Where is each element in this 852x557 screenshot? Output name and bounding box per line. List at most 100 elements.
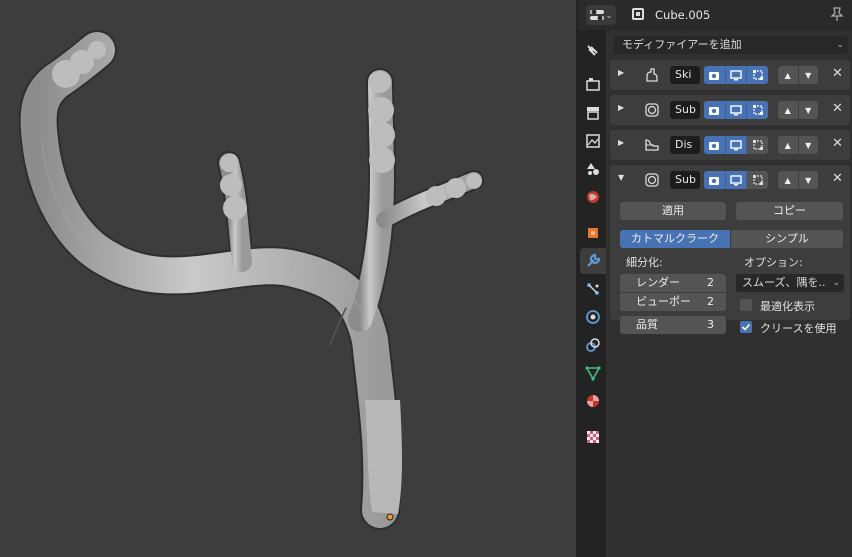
viewport-toggle[interactable] <box>725 101 748 119</box>
tab-texture[interactable] <box>580 424 606 450</box>
modifier-name-field[interactable]: Sub <box>670 101 700 119</box>
tab-view-layer[interactable] <box>580 128 606 154</box>
tab-output[interactable] <box>580 100 606 126</box>
properties-header: ⌄ Cube.005 <box>578 0 852 30</box>
checkmark-icon <box>741 323 751 331</box>
edit-mode-toggle[interactable] <box>704 66 726 84</box>
tab-constraints[interactable] <box>580 332 606 358</box>
viewport-toggle[interactable] <box>725 66 748 84</box>
cage-icon <box>752 105 763 115</box>
pin-icon[interactable] <box>830 6 846 24</box>
optimal-display-label: 最適化表示 <box>760 300 815 313</box>
viewport-toggle[interactable] <box>725 171 748 189</box>
tab-material[interactable] <box>580 388 606 414</box>
modifier-panel-displace: ▶ Dis ▲ ▼ ✕ <box>610 130 850 160</box>
move-up-button[interactable]: ▲ <box>778 101 798 119</box>
tab-modifiers[interactable] <box>580 248 606 274</box>
move-down-button[interactable]: ▼ <box>798 136 818 154</box>
modifier-name-field[interactable]: Dis <box>670 136 700 154</box>
move-buttons: ▲ ▼ <box>778 66 818 84</box>
cage-toggle[interactable] <box>747 136 769 154</box>
displace-modifier-icon <box>645 139 659 151</box>
render-levels-label: レンダー <box>636 276 680 289</box>
chevron-down-icon: ⌄ <box>836 40 844 50</box>
edit-mode-toggle[interactable] <box>704 101 726 119</box>
tab-tool[interactable] <box>580 38 606 64</box>
viewport-toggle[interactable] <box>725 136 748 154</box>
tab-physics[interactable] <box>580 304 606 330</box>
tab-scene[interactable] <box>580 156 606 182</box>
cage-icon <box>752 140 763 150</box>
remove-modifier-close-icon[interactable]: ✕ <box>832 66 843 81</box>
texture-icon <box>587 431 599 443</box>
tab-object-data[interactable] <box>580 360 606 386</box>
move-down-button[interactable]: ▼ <box>798 101 818 119</box>
remove-modifier-close-icon[interactable]: ✕ <box>832 171 843 186</box>
simple-button[interactable]: シンプル <box>731 230 843 248</box>
uv-smooth-dropdown[interactable]: スムーズ、隅を.. ⌄ <box>736 274 844 292</box>
move-down-button[interactable]: ▼ <box>798 171 818 189</box>
tab-object[interactable] <box>580 220 606 246</box>
optimal-display-checkbox[interactable] <box>740 299 752 311</box>
move-buttons: ▲ ▼ <box>778 101 818 119</box>
mesh-data-icon <box>585 366 601 381</box>
scene-icon <box>587 163 599 175</box>
subdivision-settings: 適用 コピー カトマルクラーク シンプル 細分化: オプション: レンダー 2 … <box>610 194 850 335</box>
remove-modifier-close-icon[interactable]: ✕ <box>832 101 843 116</box>
add-modifier-dropdown[interactable]: モディファイアーを追加 ⌄ <box>614 36 848 54</box>
expand-arrow-icon[interactable]: ▶ <box>618 68 624 77</box>
view-layer-icon <box>586 134 600 148</box>
subdivisions-label: 細分化: <box>626 256 663 269</box>
use-creases-checkbox[interactable] <box>740 321 752 333</box>
tab-world[interactable] <box>580 184 606 210</box>
move-down-button[interactable]: ▼ <box>798 66 818 84</box>
visibility-toggles <box>704 171 769 189</box>
modifier-properties: モディファイアーを追加 ⌄ ▶ Ski ▲ ▼ ✕ ▶ Sub ▲ ▼ ✕ ▶ … <box>606 30 852 557</box>
camera-icon <box>709 107 720 115</box>
copy-button[interactable]: コピー <box>736 202 843 220</box>
modifier-name-field[interactable]: Sub <box>670 171 700 189</box>
tab-render[interactable] <box>580 72 606 98</box>
expand-arrow-icon[interactable]: ▶ <box>618 103 624 112</box>
subdivision-modifier-icon <box>645 173 659 187</box>
chevron-down-icon: ⌄ <box>605 10 613 20</box>
collapse-arrow-icon[interactable]: ▼ <box>618 173 624 182</box>
catmull-clark-button[interactable]: カトマルクラーク <box>620 230 730 248</box>
options-label: オプション: <box>744 256 803 269</box>
move-up-button[interactable]: ▲ <box>778 66 798 84</box>
object-properties-icon <box>588 228 598 238</box>
apply-button[interactable]: 適用 <box>620 202 726 220</box>
cage-toggle[interactable] <box>747 101 769 119</box>
tab-particles[interactable] <box>580 276 606 302</box>
properties-tab-bar <box>578 30 606 557</box>
quality-value: 3 <box>707 318 714 331</box>
viewport-levels-value: 2 <box>707 295 714 308</box>
edit-mode-toggle[interactable] <box>704 136 726 154</box>
move-buttons: ▲ ▼ <box>778 136 818 154</box>
monitor-icon <box>730 105 742 116</box>
object-icon <box>632 8 644 20</box>
expand-arrow-icon[interactable]: ▶ <box>618 138 624 147</box>
cage-toggle[interactable] <box>747 66 769 84</box>
render-levels-field[interactable]: レンダー 2 <box>620 274 726 292</box>
editor-type-selector[interactable]: ⌄ <box>586 5 616 25</box>
visibility-toggles <box>704 101 769 119</box>
cage-icon <box>752 175 763 185</box>
move-up-button[interactable]: ▲ <box>778 136 798 154</box>
physics-icon <box>586 310 600 324</box>
3d-viewport[interactable] <box>0 0 576 557</box>
viewport-levels-field[interactable]: ビューポー 2 <box>620 293 726 311</box>
subdivision-modifier-icon <box>645 103 659 117</box>
remove-modifier-close-icon[interactable]: ✕ <box>832 136 843 151</box>
modifier-name-field[interactable]: Ski <box>670 66 700 84</box>
viewport-levels-label: ビューポー <box>636 295 691 308</box>
quality-field[interactable]: 品質 3 <box>620 316 726 334</box>
skin-modifier-icon <box>646 68 658 82</box>
quality-label: 品質 <box>636 318 658 331</box>
visibility-toggles <box>704 66 769 84</box>
cage-icon <box>752 70 763 80</box>
visibility-toggles <box>704 136 769 154</box>
move-up-button[interactable]: ▲ <box>778 171 798 189</box>
cage-toggle[interactable] <box>747 171 769 189</box>
edit-mode-toggle[interactable] <box>704 171 726 189</box>
